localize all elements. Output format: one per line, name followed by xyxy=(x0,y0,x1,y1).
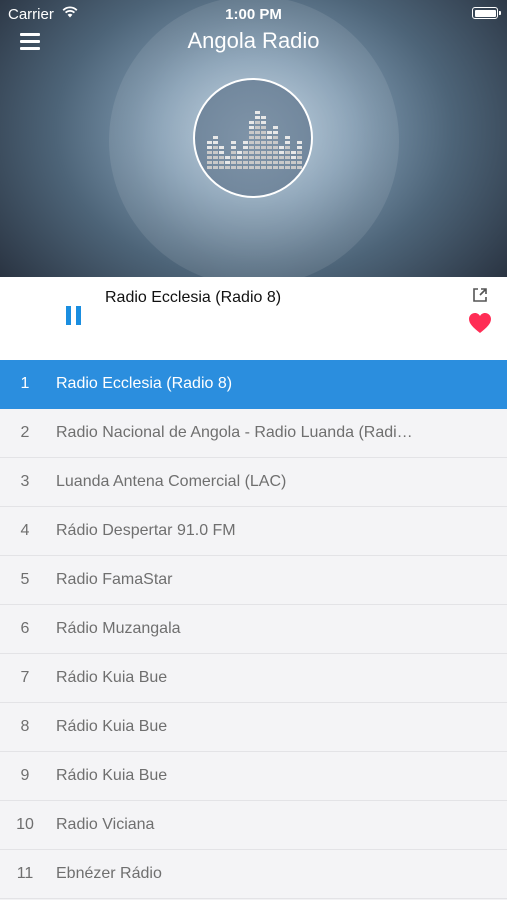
station-row[interactable]: 7 Rádio Kuia Bue xyxy=(0,654,507,703)
station-number: 11 xyxy=(16,865,34,882)
station-number: 4 xyxy=(20,522,30,539)
station-row[interactable]: 9 Rádio Kuia Bue xyxy=(0,752,507,801)
station-name: Rádio Despertar 91.0 FM xyxy=(56,522,236,539)
station-name: Radio FamaStar xyxy=(56,571,173,588)
station-number: 5 xyxy=(20,571,30,588)
station-row[interactable]: 8 Rádio Kuia Bue xyxy=(0,703,507,752)
station-row[interactable]: 2 Radio Nacional de Angola - Radio Luanda… xyxy=(0,409,507,458)
station-row[interactable]: 4 Rádio Despertar 91.0 FM xyxy=(0,507,507,556)
station-number: 2 xyxy=(20,424,30,441)
status-bar: Carrier 1:00 PM xyxy=(0,0,507,28)
station-row[interactable]: 1 Radio Ecclesia (Radio 8) xyxy=(0,360,507,409)
station-row[interactable]: 6 Rádio Muzangala xyxy=(0,605,507,654)
now-playing-title: Radio Ecclesia (Radio 8) xyxy=(105,289,282,306)
share-icon[interactable] xyxy=(472,287,488,303)
station-name: Radio Ecclesia (Radio 8) xyxy=(56,375,233,392)
station-name: Rádio Kuia Bue xyxy=(56,767,168,784)
station-number: 7 xyxy=(20,669,30,686)
station-number: 6 xyxy=(20,620,30,637)
station-row[interactable]: 11 Ebnézer Rádio xyxy=(0,850,507,899)
station-number: 1 xyxy=(20,375,30,392)
station-number: 3 xyxy=(20,473,30,490)
station-name: Radio Viciana xyxy=(56,816,155,833)
station-list: 1 Radio Ecclesia (Radio 8) 2 Radio Nacional… xyxy=(0,360,507,899)
station-name: Rádio Muzangala xyxy=(56,620,181,637)
station-name: Radio Nacional de Angola - Radio Luanda … xyxy=(56,424,416,441)
battery-icon xyxy=(472,7,501,19)
station-row[interactable]: 10 Radio Viciana xyxy=(0,801,507,850)
status-time: 1:00 PM xyxy=(225,6,282,23)
station-logo xyxy=(193,78,313,198)
station-name: Luanda Antena Comercial (LAC) xyxy=(56,473,287,490)
station-row[interactable]: 5 Radio FamaStar xyxy=(0,556,507,605)
station-number: 9 xyxy=(20,767,30,784)
hero-banner: Carrier 1:00 PM Angola Radio xyxy=(0,0,507,277)
station-number: 10 xyxy=(16,816,34,833)
equalizer-icon xyxy=(207,111,302,169)
station-name: Ebnézer Rádio xyxy=(56,865,162,882)
station-number: 8 xyxy=(20,718,30,735)
station-name: Rádio Kuia Bue xyxy=(56,718,168,735)
favorite-heart-icon[interactable] xyxy=(468,312,492,334)
station-row[interactable]: 3 Luanda Antena Comercial (LAC) xyxy=(0,458,507,507)
page-title: Angola Radio xyxy=(187,28,320,53)
pause-icon[interactable] xyxy=(66,306,82,325)
station-name: Rádio Kuia Bue xyxy=(56,669,168,686)
